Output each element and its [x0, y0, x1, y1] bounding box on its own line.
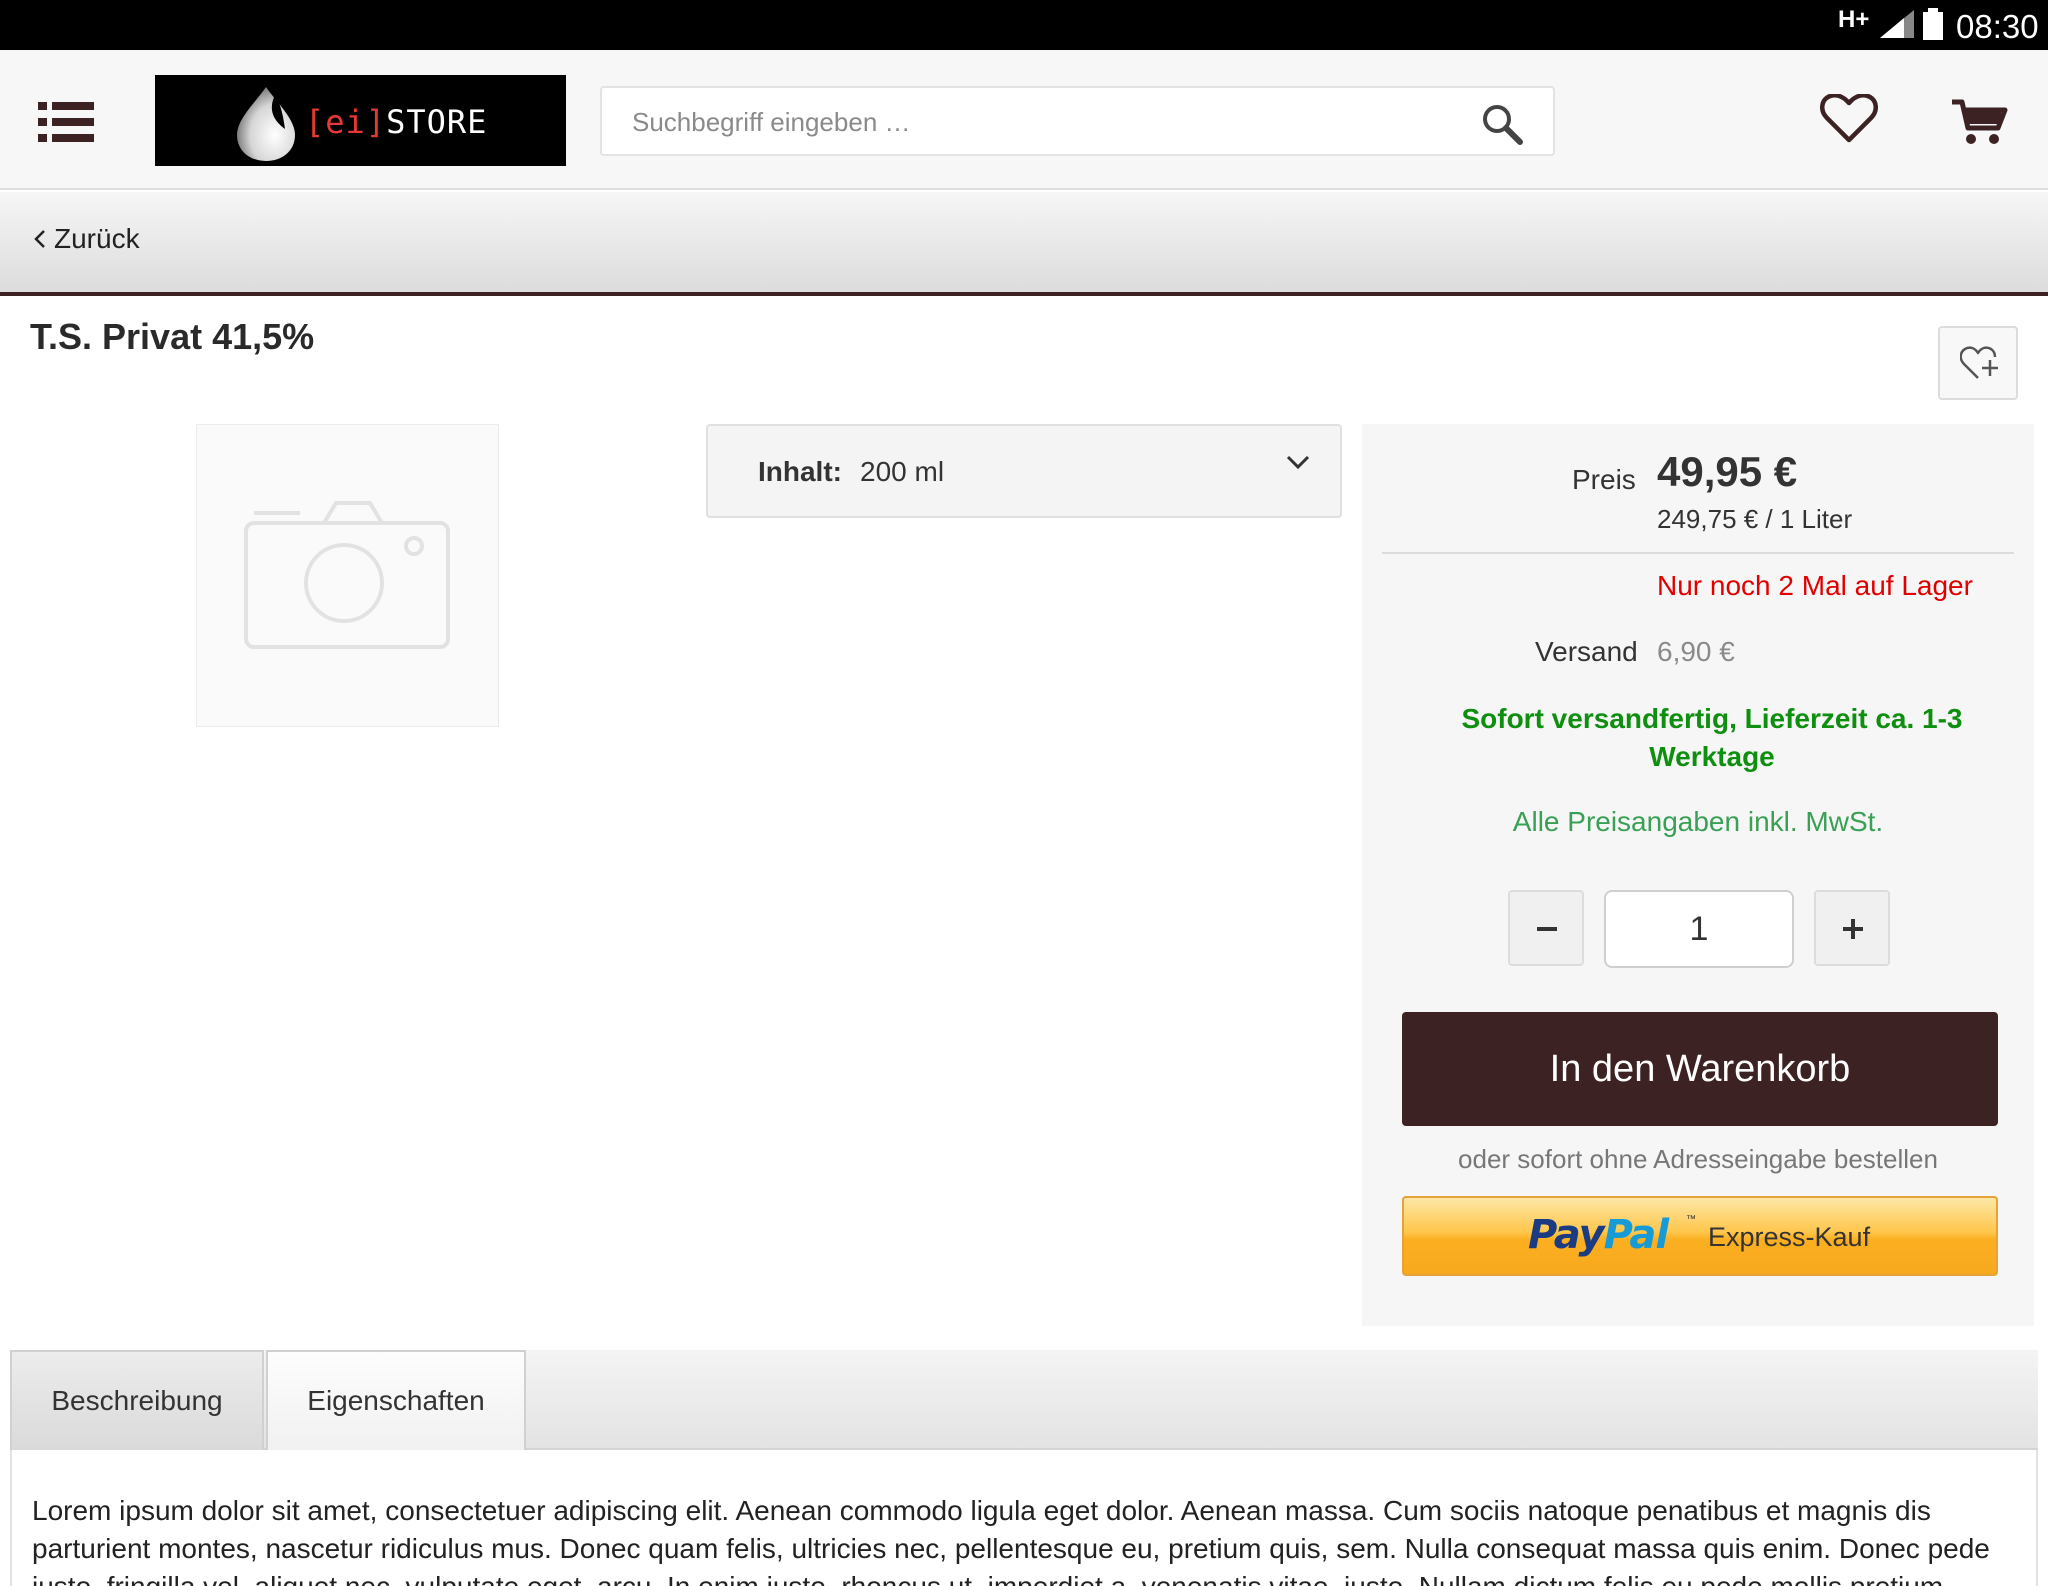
price-value: 49,95 €	[1657, 448, 1798, 495]
description-panel: Lorem ipsum dolor sit amet, consectetuer…	[10, 1450, 2038, 1586]
heart-icon[interactable]	[1820, 94, 1878, 144]
variant-select[interactable]: Inhalt: 200 ml	[706, 424, 1342, 518]
logo-text: [ei]STORE	[305, 103, 487, 141]
paypal-trademark: ™	[1686, 1214, 1696, 1225]
variant-label: Inhalt:	[758, 456, 842, 487]
battery-icon	[1923, 8, 1943, 40]
tab-description[interactable]: Beschreibung	[10, 1350, 264, 1450]
tax-note: Alle Preisangaben inkl. MwSt.	[1512, 806, 1884, 837]
logo-bracket-text: [ei]	[305, 103, 387, 141]
description-text: Lorem ipsum dolor sit amet, consectetuer…	[32, 1495, 1990, 1586]
camera-icon	[244, 501, 450, 649]
shipping-value[interactable]: 6,90 €	[1657, 636, 1735, 668]
paypal-logo-pal: Pal	[1603, 1212, 1669, 1258]
express-checkout-note: oder sofort ohne Adresseingabe bestellen	[1458, 1144, 1938, 1174]
back-bar: Zurück	[0, 192, 2048, 296]
network-type: H+	[1838, 6, 1870, 33]
minus-icon	[1537, 927, 1557, 931]
divider	[1382, 552, 2014, 554]
chevron-down-icon	[1286, 455, 1310, 470]
buy-box: Preis 49,95 € 249,75 € / 1 Liter Nur noc…	[1362, 424, 2034, 1326]
search-box	[600, 86, 1555, 156]
search-input[interactable]	[632, 104, 1452, 140]
product-title: T.S. Privat 41,5%	[30, 316, 315, 357]
add-to-cart-button[interactable]: In den Warenkorb	[1402, 1012, 1998, 1126]
chevron-left-icon	[34, 230, 45, 248]
plus-icon	[1843, 919, 1863, 939]
paypal-logo-pay: Pay	[1528, 1212, 1605, 1258]
variant-value: 200 ml	[860, 456, 945, 487]
add-to-wishlist-button[interactable]	[1938, 326, 2018, 400]
logo-drop-icon	[237, 87, 295, 161]
quantity-increase-button[interactable]	[1814, 890, 1890, 966]
delivery-info: Sofort versandfertig, Lieferzeit ca. 1-3…	[1461, 703, 1963, 772]
back-link[interactable]: Zurück	[34, 223, 140, 255]
paypal-express-button[interactable]: PayPal ™ Express-Kauf	[1402, 1196, 1998, 1276]
status-bar: H+ 08:30	[0, 0, 2048, 50]
product-image-placeholder[interactable]	[196, 424, 499, 727]
quantity-input[interactable]	[1604, 890, 1794, 968]
signal-icon	[1880, 10, 1914, 38]
clock: 08:30	[1956, 8, 2039, 45]
paypal-logo: PayPal	[1528, 1212, 1669, 1258]
heart-plus-icon	[1960, 346, 1998, 379]
search-icon[interactable]	[1480, 102, 1524, 146]
menu-icon[interactable]	[38, 100, 94, 144]
quantity-decrease-button[interactable]	[1508, 890, 1584, 966]
tab-bar: Beschreibung Eigenschaften	[10, 1350, 2038, 1450]
logo-store-text: STORE	[386, 103, 488, 141]
back-label: Zurück	[54, 223, 140, 254]
price-label: Preis	[1572, 464, 1636, 495]
tab-properties[interactable]: Eigenschaften	[266, 1350, 526, 1450]
shipping-label: Versand	[1535, 636, 1638, 667]
site-header: [ei]STORE	[0, 50, 2048, 190]
unit-price: 249,75 € / 1 Liter	[1657, 504, 1853, 534]
cart-icon[interactable]	[1950, 98, 2008, 146]
stock-status: Nur noch 2 Mal auf Lager	[1657, 570, 1973, 601]
paypal-express-label: Express-Kauf	[1708, 1222, 1871, 1252]
store-logo[interactable]: [ei]STORE	[155, 75, 566, 166]
